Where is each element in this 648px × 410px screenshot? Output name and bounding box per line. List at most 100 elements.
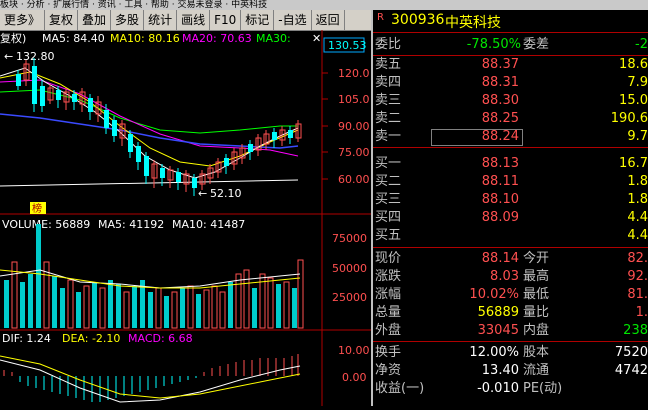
long-ma-line <box>0 179 299 187</box>
buy-3-price: 88.10 <box>481 192 519 207</box>
buy-4-volume: 4.4 <box>627 210 648 225</box>
buy-1-label: 买一 <box>375 156 402 171</box>
main-y-tick: 75.00 <box>338 146 370 159</box>
sell-1-label: 卖一 <box>375 129 402 144</box>
stat-label: 换手 <box>375 345 402 360</box>
stat-label: 今开 <box>523 251 550 266</box>
ma30-label: MA30: <box>256 32 291 45</box>
stat-row-netasset: 净资 13.40 流通 4742 <box>373 362 648 380</box>
ma-blue-line <box>0 113 299 149</box>
buy-2-price: 88.11 <box>481 174 519 189</box>
close-chart-icon[interactable]: ✕ <box>312 32 321 45</box>
stat-value: 92. <box>627 269 648 284</box>
stat-value: 13.40 <box>481 363 519 378</box>
toolbar-back-button[interactable]: 返回 <box>312 10 345 30</box>
main-y-axis: 120.0 105.0 90.00 75.00 60.00 <box>322 67 370 186</box>
stat-value: 12.00% <box>469 345 519 360</box>
sell-5-volume: 18.6 <box>619 57 648 72</box>
top-menu-bar[interactable]: 板块 · 分析 · 扩展行情 · 资讯 · 工具 · 帮助 · 交易未登录 · … <box>0 0 648 10</box>
volume-y-tick: 50000 <box>332 262 367 275</box>
top-menu-text: 板块 · 分析 · 扩展行情 · 资讯 · 工具 · 帮助 · 交易未登录 · … <box>0 0 268 10</box>
ma5-label: MA5: 84.40 <box>42 32 105 45</box>
stat-value: 82. <box>627 251 648 266</box>
stock-title-bar: R 300936 中英科技 <box>373 10 648 33</box>
chart-area[interactable]: 复权) MA5: 84.40 MA10: 80.16 MA20: 70.63 M… <box>0 30 372 406</box>
sell-2-row[interactable]: 卖二 88.25 190.6 <box>373 110 648 128</box>
macd-dea-line <box>0 355 301 399</box>
weibi-label: 委比 <box>375 37 402 52</box>
chart-toolbar: 更多》 复权 叠加 多股 统计 画线 F10 标记 -自选 返回 <box>0 10 372 31</box>
stat-label: 最低 <box>523 287 550 302</box>
toolbar-fuquan-button[interactable]: 复权 <box>45 10 79 30</box>
stat-label: 总量 <box>375 305 402 320</box>
macd-dea-label: DEA: -2.10 <box>62 332 120 345</box>
ma20-label: MA20: 70.63 <box>182 32 252 45</box>
buy-2-label: 买二 <box>375 174 402 189</box>
buy-1-row[interactable]: 买一 88.13 16.7 <box>373 155 648 173</box>
buy-1-price: 88.13 <box>481 156 519 171</box>
stat-row-pct: 涨幅 10.02% 最低 81. <box>373 286 648 304</box>
sell-4-row[interactable]: 卖四 88.31 7.9 <box>373 74 648 92</box>
stat-value: 4742 <box>614 363 648 378</box>
divider-line <box>373 247 648 248</box>
buy-4-label: 买四 <box>375 210 402 225</box>
toolbar-overlay-button[interactable]: 叠加 <box>78 10 112 30</box>
sell-2-volume: 190.6 <box>610 111 648 126</box>
stat-value: 88.14 <box>481 251 519 266</box>
macd-y-axis: 10.00 0.00 <box>338 344 370 384</box>
macd-y-tick: 0.00 <box>342 371 367 384</box>
toolbar-f10-button[interactable]: F10 <box>210 10 242 30</box>
sell-4-label: 卖四 <box>375 75 402 90</box>
stock-name: 中英科技 <box>445 15 501 31</box>
divider-line <box>373 341 648 342</box>
toolbar-multi-stock-button[interactable]: 多股 <box>111 10 145 30</box>
sell-4-volume: 7.9 <box>627 75 648 90</box>
macd-y-tick: 10.00 <box>338 344 370 357</box>
stat-label: 涨跌 <box>375 269 402 284</box>
buy-3-row[interactable]: 买三 88.10 1.8 <box>373 191 648 209</box>
toolbar-draw-line-button[interactable]: 画线 <box>177 10 211 30</box>
high-marker: ← <box>4 50 13 63</box>
sell-1-volume: 9.7 <box>627 129 648 144</box>
sell-5-row[interactable]: 卖五 88.37 18.6 <box>373 56 648 74</box>
buy-5-label: 买五 <box>375 228 402 243</box>
low-label: 52.10 <box>210 187 242 200</box>
buy-1-volume: 16.7 <box>619 156 648 171</box>
macd-value-label: MACD: 6.68 <box>128 332 193 345</box>
stat-row-eps: 收益(一) -0.010 PE(动) <box>373 380 648 398</box>
stat-row-change: 涨跌 8.03 最高 92. <box>373 268 648 286</box>
buy-2-row[interactable]: 买二 88.11 1.8 <box>373 173 648 191</box>
stat-label: 收益(一) <box>375 381 425 396</box>
stat-value: 238 <box>623 323 648 338</box>
ranking-badge-text: 榜 <box>32 202 42 215</box>
volume-ma5-label: MA5: 41192 <box>98 218 164 231</box>
stat-label: 净资 <box>375 363 402 378</box>
toolbar-stats-button[interactable]: 统计 <box>144 10 178 30</box>
sell-3-row[interactable]: 卖三 88.30 15.0 <box>373 92 648 110</box>
sell-2-label: 卖二 <box>375 111 402 126</box>
macd-histogram <box>0 354 301 403</box>
sell-4-price: 88.31 <box>481 75 519 90</box>
toolbar-mark-button[interactable]: 标记 <box>241 10 275 30</box>
sell-3-price: 88.30 <box>481 93 519 108</box>
toolbar-add-watchlist-button[interactable]: -自选 <box>274 10 312 30</box>
divider-line <box>373 147 648 148</box>
buy-4-row[interactable]: 买四 88.09 4.4 <box>373 209 648 227</box>
mode-label: 复权) <box>0 31 26 45</box>
main-y-tick: 90.00 <box>338 120 370 133</box>
volume-ma-line <box>0 269 301 289</box>
volume-y-axis: 75000 50000 25000 <box>332 232 367 304</box>
sell-1-price: 88.24 <box>481 129 519 144</box>
stat-label: 内盘 <box>523 323 550 338</box>
volume-y-tick: 75000 <box>332 232 367 245</box>
buy-5-row[interactable]: 买五 4.4 <box>373 227 648 245</box>
more-button[interactable]: 更多》 <box>0 10 46 30</box>
sell-3-label: 卖三 <box>375 93 402 108</box>
sell-1-row[interactable]: 卖一 88.24 9.7 <box>373 128 648 146</box>
stat-label: 外盘 <box>375 323 402 338</box>
weibi-row: 委比 -78.50% 委差 -2 <box>373 36 648 54</box>
weibi-value: -78.50% <box>466 37 521 52</box>
weicha-label: 委差 <box>523 37 550 52</box>
stat-value: 1. <box>635 305 648 320</box>
stat-value: 10.02% <box>469 287 519 302</box>
